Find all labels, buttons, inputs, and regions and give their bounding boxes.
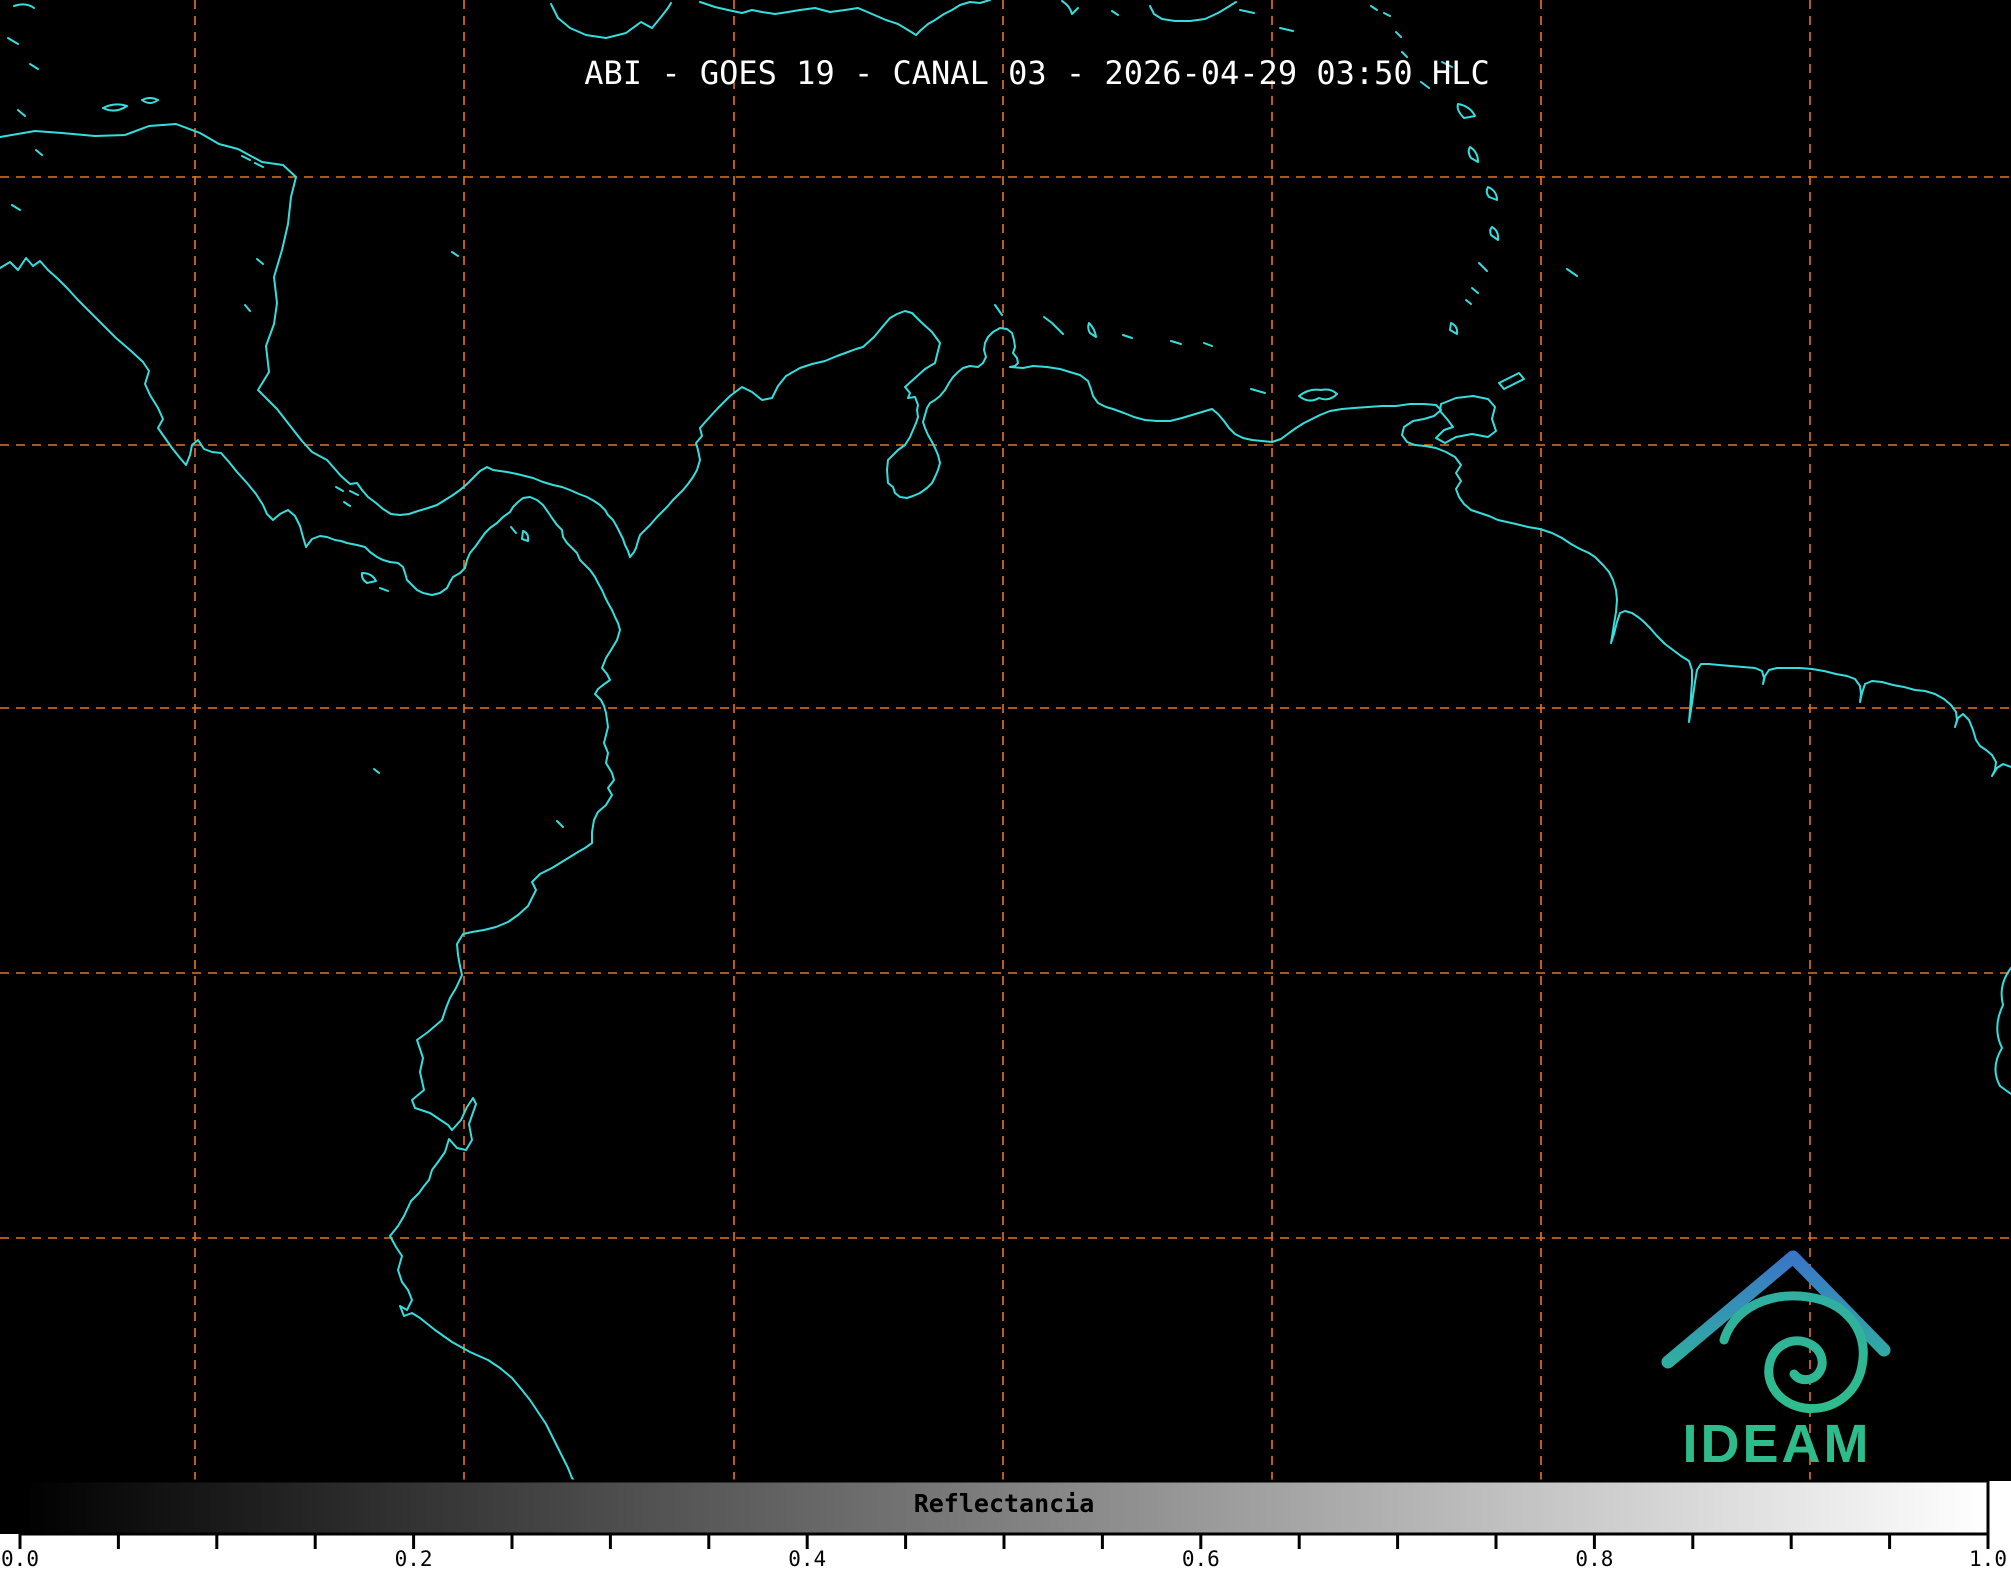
colorbar-tick-label: 0.4 xyxy=(788,1547,826,1571)
map-background xyxy=(0,0,2011,1534)
colorbar: 0.0 0.2 0.4 0.6 0.8 1.0 Reflectancia xyxy=(0,1479,2011,1577)
colorbar-tick-label: 0.6 xyxy=(1182,1547,1220,1571)
colorbar-title: Reflectancia xyxy=(914,1489,1095,1518)
colorbar-ticks xyxy=(18,1534,1990,1549)
colorbar-right-margin xyxy=(1988,1481,2011,1534)
colorbar-tick-label: 0.0 xyxy=(1,1547,39,1571)
satellite-map-canvas: ABI - GOES 19 - CANAL 03 - 2026-04-29 03… xyxy=(0,0,2011,1577)
colorbar-tick-label: 1.0 xyxy=(1969,1547,2007,1571)
product-title: ABI - GOES 19 - CANAL 03 - 2026-04-29 03… xyxy=(584,54,1489,92)
colorbar-tick-label: 0.8 xyxy=(1575,1547,1613,1571)
logo-wordmark: IDEAM xyxy=(1683,1414,1872,1474)
colorbar-tick-label: 0.2 xyxy=(395,1547,433,1571)
satellite-image-viewport: ABI - GOES 19 - CANAL 03 - 2026-04-29 03… xyxy=(0,0,2011,1577)
